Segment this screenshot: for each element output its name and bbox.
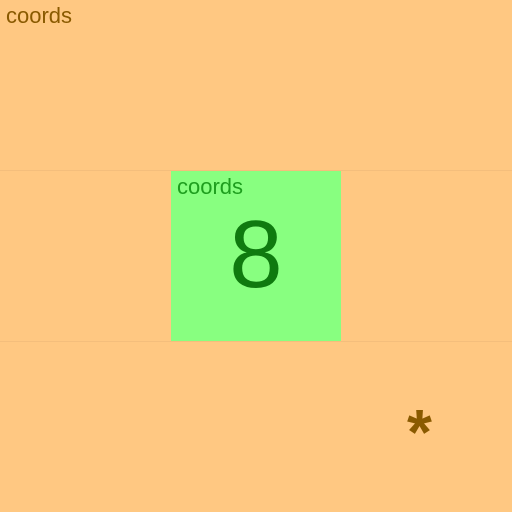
target-tile[interactable]: coords 8 (171, 171, 341, 341)
page-label: coords (6, 3, 73, 28)
divider-bottom (0, 341, 512, 342)
asterisk-icon: * (407, 396, 432, 468)
tile-number: 8 (229, 201, 283, 308)
tile-label: coords (177, 174, 244, 199)
